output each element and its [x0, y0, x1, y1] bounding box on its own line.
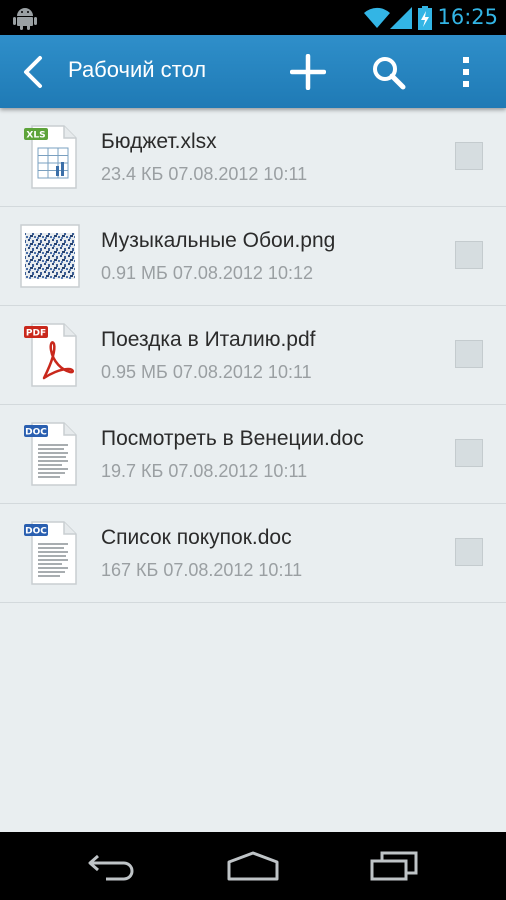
action-bar: Рабочий стол	[0, 35, 506, 108]
search-icon[interactable]	[370, 54, 406, 90]
list-item[interactable]: Музыкальные Обои.png 0.91 МБ 07.08.2012 …	[0, 207, 506, 306]
file-checkbox[interactable]	[455, 439, 483, 467]
add-icon[interactable]	[290, 54, 326, 90]
file-type-badge: PDF	[26, 329, 46, 339]
folder-title[interactable]: Рабочий стол	[68, 57, 206, 83]
file-name: Бюджет.xlsx	[101, 130, 217, 153]
overflow-menu-icon[interactable]	[452, 54, 480, 90]
file-checkbox[interactable]	[455, 142, 483, 170]
file-meta: 23.4 КБ 07.08.2012 10:11	[101, 164, 308, 184]
list-item[interactable]: XLS Бюджет.xlsx 23.4 КБ 07.08.2012 10:11	[0, 108, 506, 207]
nav-home-icon[interactable]	[226, 850, 280, 882]
file-type-badge: DOC	[25, 428, 47, 438]
pdf-file-icon: PDF	[24, 323, 77, 387]
wifi-icon	[364, 7, 390, 28]
spreadsheet-file-icon: XLS	[24, 125, 77, 189]
image-thumbnail-icon	[20, 224, 80, 288]
file-type-badge: DOC	[25, 527, 47, 537]
nav-recent-apps-icon[interactable]	[368, 850, 420, 882]
status-bar: 16:25	[0, 0, 506, 35]
doc-file-icon: DOC	[24, 422, 77, 486]
file-checkbox[interactable]	[455, 241, 483, 269]
file-meta: 167 КБ 07.08.2012 10:11	[101, 560, 303, 580]
file-name: Список покупок.doc	[101, 526, 292, 549]
file-meta: 19.7 КБ 07.08.2012 10:11	[101, 461, 308, 481]
file-name: Посмотреть в Венеции.doc	[101, 427, 364, 450]
file-meta: 0.95 МБ 07.08.2012 10:11	[101, 362, 312, 382]
battery-charging-icon	[418, 6, 432, 30]
android-notification-icon	[13, 8, 37, 30]
file-name: Поездка в Италию.pdf	[101, 328, 316, 351]
back-icon[interactable]	[20, 55, 44, 89]
file-type-badge: XLS	[26, 131, 45, 141]
nav-back-icon[interactable]	[86, 850, 138, 882]
list-item[interactable]: PDF Поездка в Италию.pdf 0.95 МБ 07.08.2…	[0, 306, 506, 405]
signal-icon	[390, 7, 412, 29]
file-checkbox[interactable]	[455, 340, 483, 368]
list-item[interactable]: DOC Список покупок.doc 167 КБ 07.08.2012…	[0, 504, 506, 603]
file-checkbox[interactable]	[455, 538, 483, 566]
list-item[interactable]: DOC Посмотреть в Венеции.doc 19.7 КБ 07.…	[0, 405, 506, 504]
file-list: XLS Бюджет.xlsx 23.4 КБ 07.08.2012 10:11	[0, 108, 506, 603]
file-name: Музыкальные Обои.png	[101, 229, 336, 252]
status-clock: 16:25	[437, 5, 498, 29]
file-meta: 0.91 МБ 07.08.2012 10:12	[101, 263, 313, 283]
doc-file-icon: DOC	[24, 521, 77, 585]
navigation-bar	[0, 832, 506, 900]
